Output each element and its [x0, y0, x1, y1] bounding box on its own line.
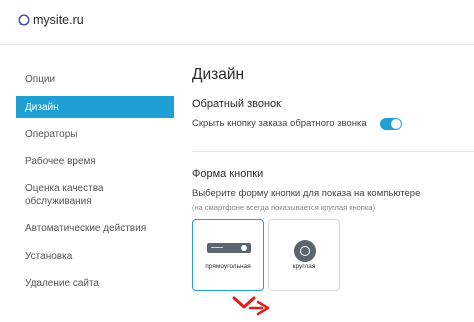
shape-option-label: прямоугольная [205, 263, 251, 270]
shape-option-rectangular[interactable]: ━━━━━ прямоугольная [192, 219, 264, 291]
shape-option-round[interactable]: круглая [268, 219, 340, 291]
sidebar-item-label: Автоматические действия [25, 223, 147, 234]
sidebar-item-label: Оценка качества [25, 183, 104, 194]
button-shape-hint: (на смартфоне всегда показывается кругла… [192, 203, 375, 212]
sidebar-item-quality-rating[interactable]: Оценка качества обслуживания [16, 182, 174, 210]
button-shape-description: Выберите форму кнопки для показа на комп… [192, 188, 421, 199]
sidebar: Опции Дизайн Операторы Рабочее время Оце… [0, 44, 182, 322]
round-button-icon [294, 240, 316, 262]
button-shape-section-title: Форма кнопки [192, 168, 264, 180]
sidebar-item-label-line2: обслуживания [25, 196, 92, 207]
callback-toggle-label: Скрыть кнопку заказа обратного звонка [192, 118, 367, 129]
section-divider [192, 151, 474, 152]
sidebar-item-label: Установка [25, 251, 73, 262]
callback-section-title: Обратный звонок [192, 98, 281, 110]
sidebar-item-label: Удаление сайта [25, 278, 99, 289]
callback-toggle[interactable] [380, 118, 402, 130]
sidebar-item-label: Опции [25, 74, 56, 85]
sidebar-item-label: Рабочее время [25, 156, 96, 167]
shape-option-label: круглая [292, 263, 316, 270]
sidebar-item-label: Дизайн [25, 102, 59, 113]
header: mysite.ru [0, 0, 474, 45]
app-window: mysite.ru Опции Дизайн Операторы Рабочее… [0, 0, 474, 322]
sidebar-item-label: Операторы [25, 129, 78, 140]
sidebar-item-design[interactable]: Дизайн [16, 96, 174, 118]
site-name: mysite.ru [33, 13, 84, 27]
rectangular-button-icon: ━━━━━ [207, 243, 251, 253]
toggle-knob [391, 119, 401, 129]
page-title: Дизайн [192, 66, 245, 83]
pointer-arrows-icon [232, 296, 270, 316]
chat-bubble-icon [18, 14, 30, 26]
